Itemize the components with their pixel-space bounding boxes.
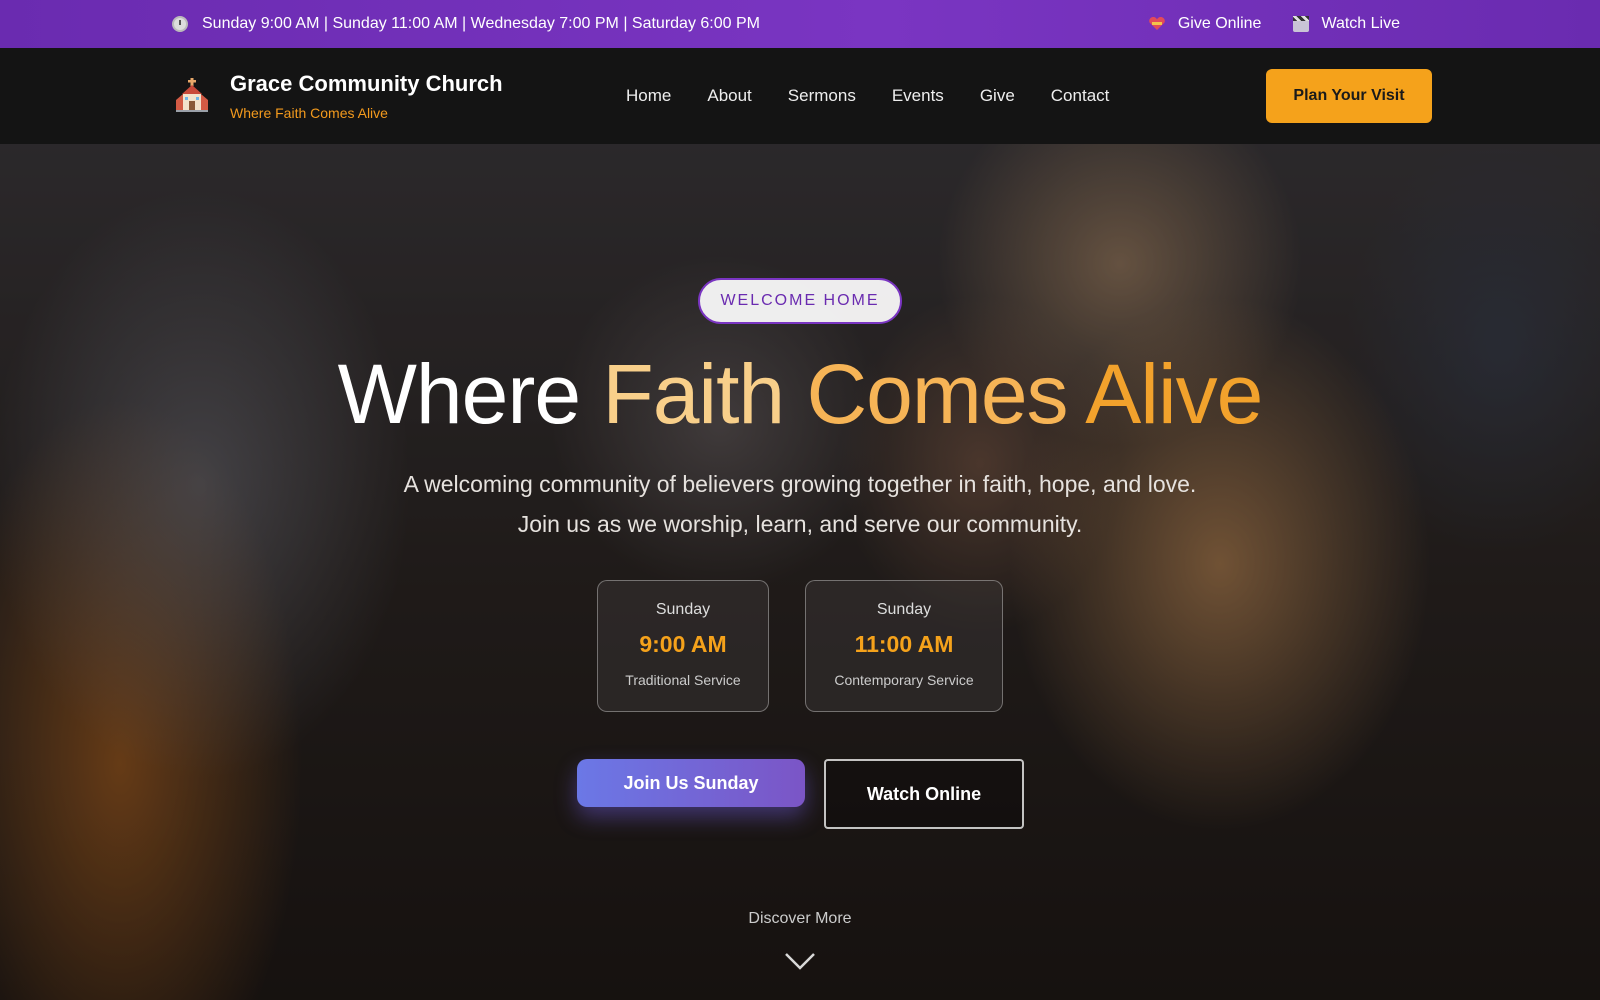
headline-word-1: Where — [337, 347, 581, 441]
church-tagline: Where Faith Comes Alive — [230, 105, 388, 121]
heart-icon — [1149, 17, 1165, 30]
nav-item-about[interactable]: About — [707, 86, 751, 106]
hero-headline: Where Faith Comes Alive — [0, 352, 1600, 436]
nav-item-sermons[interactable]: Sermons — [788, 86, 856, 106]
church-icon — [176, 78, 208, 112]
watch-live-link[interactable]: Watch Live — [1293, 15, 1400, 33]
headline-word-2: Faith — [602, 347, 785, 441]
nav-menu: Home About Sermons Events Give Contact — [626, 86, 1145, 106]
nav-item-home[interactable]: Home — [626, 86, 671, 106]
service-times: Sunday 9:00 AM Traditional Service Sunda… — [0, 580, 1600, 712]
top-links: Give Online Watch Live — [1116, 15, 1400, 33]
service-card: Sunday 11:00 AM Contemporary Service — [805, 580, 1003, 712]
nav-item-events[interactable]: Events — [892, 86, 944, 106]
welcome-badge: WELCOME HOME — [698, 278, 902, 324]
service-time: 9:00 AM — [639, 631, 727, 657]
join-us-sunday-button[interactable]: Join Us Sunday — [577, 759, 805, 807]
church-name: Grace Community Church — [230, 71, 503, 96]
brand-text: Grace Community Church Where Faith Comes… — [230, 71, 503, 121]
hero-subtitle: A welcoming community of believers growi… — [403, 471, 1197, 537]
service-schedule: Sunday 9:00 AM | Sunday 11:00 AM | Wedne… — [172, 15, 760, 33]
service-time: 11:00 AM — [854, 631, 954, 657]
clock-icon — [172, 16, 188, 32]
plan-your-visit-button[interactable]: Plan Your Visit — [1266, 69, 1432, 123]
service-name: Contemporary Service — [834, 672, 974, 688]
give-online-link[interactable]: Give Online — [1148, 15, 1262, 33]
watch-online-button[interactable]: Watch Online — [824, 759, 1024, 829]
service-day: Sunday — [876, 601, 932, 618]
service-card: Sunday 9:00 AM Traditional Service — [597, 580, 769, 712]
nav-item-contact[interactable]: Contact — [1051, 86, 1110, 106]
schedule-text: Sunday 9:00 AM | Sunday 11:00 AM | Wedne… — [202, 15, 760, 32]
clapperboard-icon — [1293, 16, 1310, 32]
nav-item-give[interactable]: Give — [980, 86, 1015, 106]
main-navbar: Grace Community Church Where Faith Comes… — [0, 48, 1600, 144]
discover-more-label: Discover More — [748, 910, 852, 927]
hero-content: WELCOME HOME Where Faith Comes Alive A w… — [0, 144, 1600, 1000]
headline-word-4: Alive — [1085, 347, 1263, 441]
service-day: Sunday — [655, 601, 711, 618]
hero-section: WELCOME HOME Where Faith Comes Alive A w… — [0, 144, 1600, 1000]
service-name: Traditional Service — [625, 672, 741, 688]
headline-word-3: Comes — [806, 347, 1068, 441]
top-info-bar: Sunday 9:00 AM | Sunday 11:00 AM | Wedne… — [0, 0, 1600, 48]
give-online-label: Give Online — [1177, 15, 1262, 32]
watch-live-label: Watch Live — [1321, 15, 1400, 32]
chevron-down-icon[interactable] — [784, 952, 816, 970]
brand[interactable]: Grace Community Church Where Faith Comes… — [172, 71, 632, 121]
